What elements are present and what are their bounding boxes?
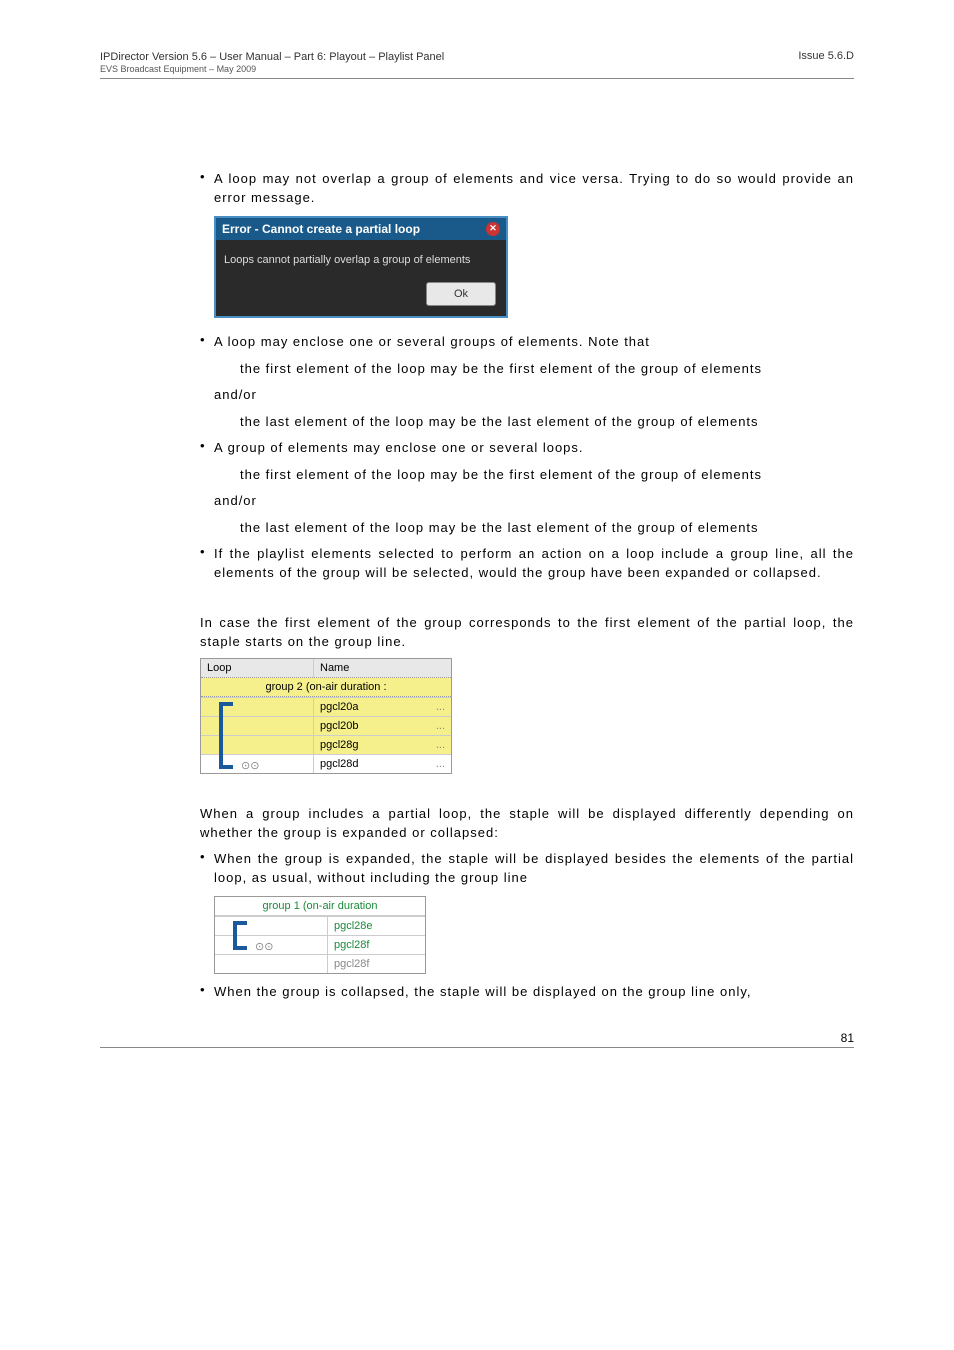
bullet-dot: •	[200, 169, 214, 208]
ellipsis-icon: ...	[436, 739, 445, 751]
bullet-item: • A group of elements may enclose one or…	[200, 438, 854, 458]
cell-name: pgcl20b	[320, 720, 359, 732]
loop-icon: ⊙⊙	[255, 940, 273, 953]
bullet-text: A loop may not overlap a group of elemen…	[214, 169, 854, 208]
bullet-text: If the playlist elements selected to per…	[214, 544, 854, 583]
table-row: pgcl20b...	[201, 716, 451, 735]
sub-text: the last element of the loop may be the …	[240, 412, 854, 432]
error-title: Error - Cannot create a partial loop	[222, 222, 420, 236]
page-number: 81	[100, 1031, 854, 1048]
ellipsis-icon: ...	[436, 720, 445, 732]
bullet-item: • When the group is expanded, the staple…	[200, 849, 854, 888]
bullet-dot: •	[200, 544, 214, 583]
loop-icon: ⊙⊙	[241, 759, 259, 772]
sub-text: the first element of the loop may be the…	[240, 359, 854, 379]
bullet-dot: •	[200, 438, 214, 458]
cell-name: pgcl28f	[328, 936, 425, 954]
sub-text: the first element of the loop may be the…	[240, 465, 854, 485]
bullet-item: • A loop may not overlap a group of elem…	[200, 169, 854, 208]
bullet-text: A loop may enclose one or several groups…	[214, 332, 854, 352]
close-icon[interactable]: ✕	[486, 222, 500, 236]
ellipsis-icon: ...	[436, 758, 445, 770]
cell-name: pgcl28d	[320, 758, 359, 770]
bullet-text: A group of elements may enclose one or s…	[214, 438, 854, 458]
table-row: pgcl20a...	[201, 697, 451, 716]
col-loop: Loop	[201, 659, 314, 677]
bullet-item: • When the group is collapsed, the stapl…	[200, 982, 854, 1002]
table-row: pgcl28g...	[201, 735, 451, 754]
sub-text: the last element of the loop may be the …	[240, 518, 854, 538]
page-header: IPDirector Version 5.6 – User Manual – P…	[100, 50, 854, 79]
group-row: group 1 (on-air duration	[215, 897, 425, 916]
error-title-bar: Error - Cannot create a partial loop ✕	[216, 218, 506, 240]
cell-name: pgcl28f	[328, 955, 425, 973]
ellipsis-icon: ...	[436, 701, 445, 713]
table-row: pgcl28e	[215, 916, 425, 935]
paragraph: In case the first element of the group c…	[200, 613, 854, 652]
bullet-item: • A loop may enclose one or several grou…	[200, 332, 854, 352]
bullet-text: When the group is collapsed, the staple …	[214, 982, 854, 1002]
header-sub: EVS Broadcast Equipment – May 2009	[100, 64, 444, 76]
header-issue: Issue 5.6.D	[798, 50, 854, 76]
table-row: ⊙⊙ pgcl28f	[215, 935, 425, 954]
bullet-text: When the group is expanded, the staple w…	[214, 849, 854, 888]
group-row: group 2 (on-air duration :	[201, 677, 451, 697]
bullet-dot: •	[200, 849, 214, 888]
bullet-dot: •	[200, 332, 214, 352]
bullet-dot: •	[200, 982, 214, 1002]
error-dialog: Error - Cannot create a partial loop ✕ L…	[214, 216, 508, 318]
ok-button[interactable]: Ok	[426, 282, 496, 306]
cell-name: pgcl28g	[320, 739, 359, 751]
table-row: ⊙⊙ pgcl28d...	[201, 754, 451, 773]
bullet-item: • If the playlist elements selected to p…	[200, 544, 854, 583]
paragraph: When a group includes a partial loop, th…	[200, 804, 854, 843]
cell-name: pgcl28e	[328, 917, 425, 935]
sub-text: and/or	[214, 491, 854, 511]
sub-text: and/or	[214, 385, 854, 405]
table-header: Loop Name	[201, 659, 451, 677]
playlist-table: Loop Name group 2 (on-air duration : pgc…	[200, 658, 452, 774]
cell-name: pgcl20a	[320, 701, 359, 713]
playlist-table-2: group 1 (on-air duration pgcl28e ⊙⊙ pgcl…	[214, 896, 426, 974]
col-name: Name	[314, 659, 451, 677]
error-body: Loops cannot partially overlap a group o…	[216, 240, 506, 276]
header-title: IPDirector Version 5.6 – User Manual – P…	[100, 50, 444, 64]
table-row: pgcl28f	[215, 954, 425, 973]
